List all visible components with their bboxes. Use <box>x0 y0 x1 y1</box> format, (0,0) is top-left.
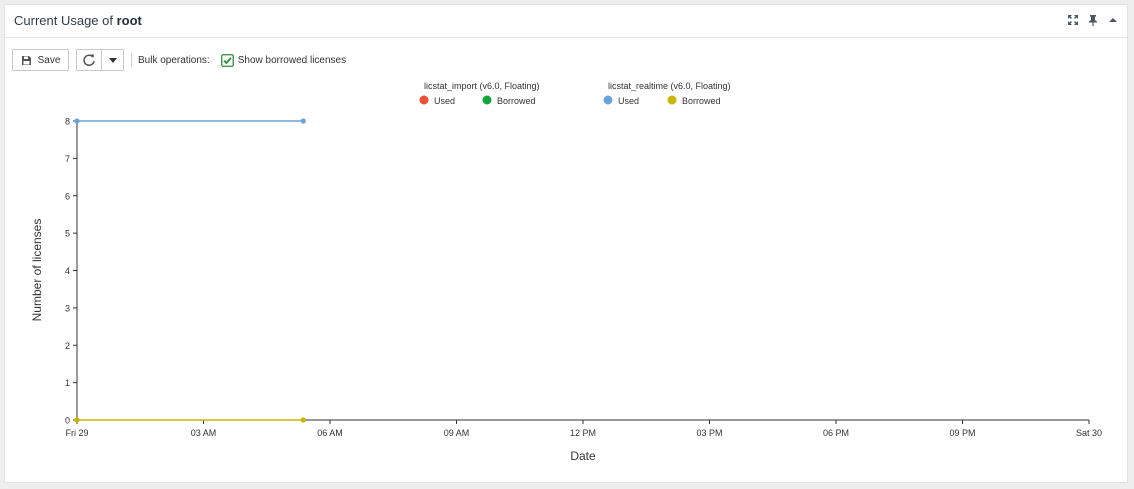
x-tick-label: 06 AM <box>317 428 343 438</box>
y-axis-label: Number of licenses <box>30 219 44 322</box>
legend-group-title: licstat_import (v6.0, Floating) <box>424 81 540 91</box>
legend-item-label[interactable]: Borrowed <box>497 96 536 106</box>
y-tick-label: 3 <box>65 303 70 313</box>
data-point[interactable] <box>74 118 80 124</box>
x-tick-label: 09 PM <box>949 428 975 438</box>
x-axis-label: Date <box>570 449 596 463</box>
chart-series <box>74 118 306 423</box>
y-tick-label: 7 <box>65 154 70 164</box>
y-tick-label: 5 <box>65 229 70 239</box>
data-point[interactable] <box>74 417 80 423</box>
legend-item-label[interactable]: Used <box>434 96 455 106</box>
x-tick-label: 09 AM <box>444 428 470 438</box>
data-point[interactable] <box>300 118 306 124</box>
chart-legend: licstat_import (v6.0, Floating) Used Borro… <box>419 81 731 106</box>
legend-marker <box>667 95 677 105</box>
data-point[interactable] <box>300 417 306 423</box>
x-tick-label: 03 PM <box>696 428 722 438</box>
x-tick-label: Sat 30 <box>1076 428 1102 438</box>
y-tick-label: 8 <box>65 117 70 127</box>
y-tick-label: 2 <box>65 341 70 351</box>
legend-item-label[interactable]: Borrowed <box>682 96 721 106</box>
legend-marker <box>603 95 613 105</box>
y-tick-label: 0 <box>65 416 70 426</box>
license-usage-chart: licstat_import (v6.0, Floating) Used Borro… <box>30 81 1102 463</box>
y-tick-label: 4 <box>65 266 70 276</box>
legend-group-title: licstat_realtime (v6.0, Floating) <box>608 81 731 91</box>
y-tick-label: 1 <box>65 378 70 388</box>
legend-marker <box>419 95 429 105</box>
legend-marker <box>482 95 492 105</box>
legend-item-label[interactable]: Used <box>618 96 639 106</box>
y-axis: 0 1 2 3 4 5 6 7 8 <box>65 117 78 426</box>
x-tick-label: 03 AM <box>191 428 217 438</box>
y-tick-label: 6 <box>65 191 70 201</box>
x-tick-label: 12 PM <box>570 428 596 438</box>
x-tick-label: 06 PM <box>823 428 849 438</box>
x-tick-label: Fri 29 <box>65 428 88 438</box>
x-axis: Fri 29 03 AM 06 AM 09 AM 12 PM 03 PM 06 PM 09 P… <box>65 419 1102 438</box>
